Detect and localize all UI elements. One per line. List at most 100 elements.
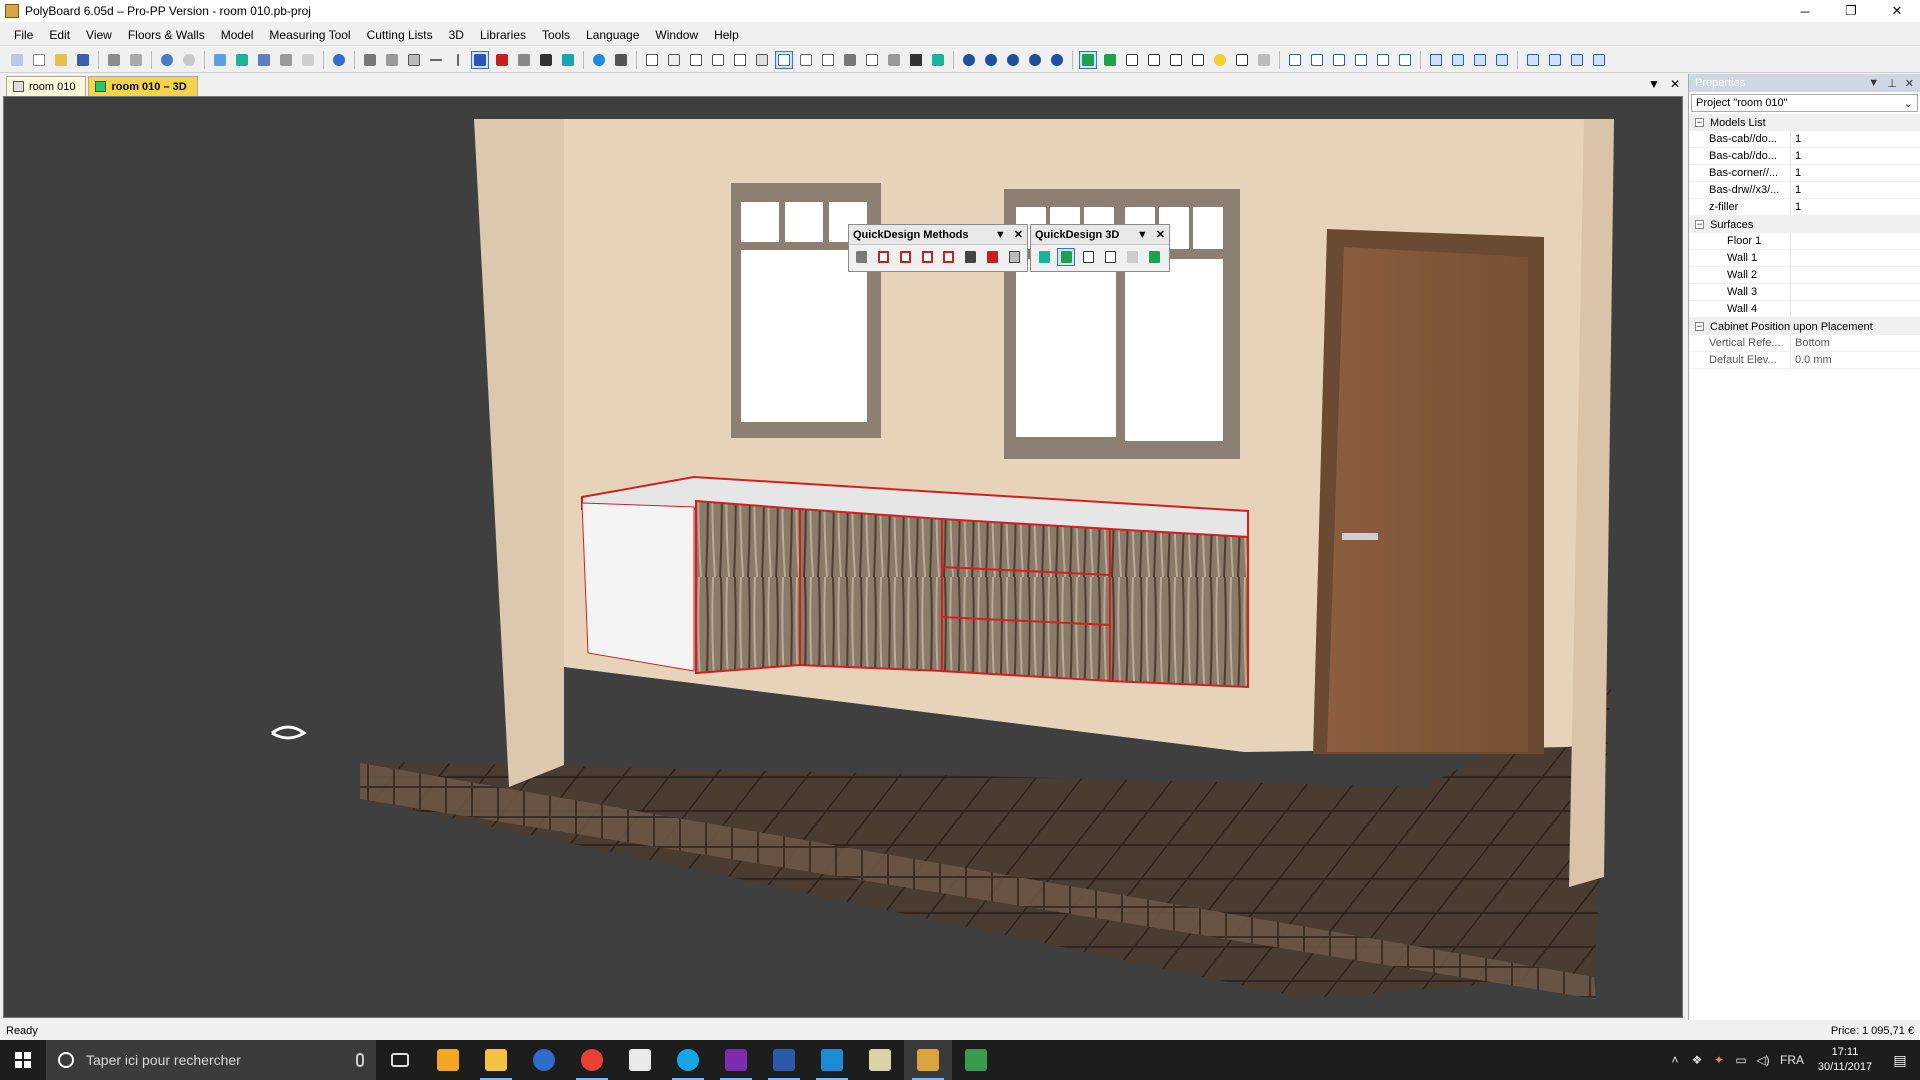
iso-view-5-icon[interactable] [1524,51,1542,69]
tab-room-3d[interactable]: room 010 – 3D [88,76,198,96]
view-top-icon[interactable] [1374,51,1392,69]
iso-view-3-icon[interactable] [1471,51,1489,69]
menu-cutting-lists[interactable]: Cutting Lists [359,24,441,46]
close-icon[interactable]: ✕ [1905,77,1914,90]
door-red-icon[interactable] [984,248,1002,266]
tab-room-2d[interactable]: room 010 [6,76,87,96]
menu-edit[interactable]: Edit [41,24,78,46]
surface-item-wall-1[interactable]: Wall 1 [1689,249,1920,267]
model-row[interactable]: Bas-cab//do... 1 [1689,147,1920,165]
pin-icon[interactable]: ⊥ [1887,77,1897,90]
panel-grid-icon[interactable] [665,51,683,69]
new-project-icon[interactable] [8,51,26,69]
project-selector[interactable]: Project "room 010" ⌄ [1691,94,1918,112]
chevron-up-icon[interactable]: ˄ [1664,1053,1686,1067]
3d-room-scene[interactable] [4,97,1683,1018]
cad-app-icon[interactable] [856,1040,904,1080]
action-center-icon[interactable]: ▤ [1880,1052,1920,1069]
close-button[interactable]: ✕ [1874,0,1920,22]
green-stack-icon[interactable] [1145,248,1163,266]
menu-view[interactable]: View [78,24,120,46]
models-list-group[interactable]: − Models List [1689,114,1920,131]
view-front-icon[interactable] [1286,51,1304,69]
view-left-icon[interactable] [1330,51,1348,69]
print-preview-icon[interactable] [127,51,145,69]
cabinet-base-2[interactable] [799,507,943,673]
surface-item-wall-2[interactable]: Wall 2 [1689,266,1920,284]
polyboard-icon[interactable] [904,1040,952,1080]
print-icon[interactable] [105,51,123,69]
view-rotate-3-icon[interactable] [1004,51,1022,69]
quickdesign-3d-header[interactable]: QuickDesign 3D ▼ ✕ [1031,225,1169,245]
minimize-button[interactable]: ─ [1782,0,1828,22]
microphone-icon[interactable] [356,1053,364,1067]
iso-view-7-icon[interactable] [1568,51,1586,69]
model-count[interactable]: 1 [1791,131,1920,148]
model-row[interactable]: Bas-corner//... 1 [1689,164,1920,182]
cabinet-position-group[interactable]: − Cabinet Position upon Placement [1689,318,1920,335]
cabinet-drawers[interactable] [941,517,1111,683]
panel-vertical-icon[interactable] [643,51,661,69]
close-icon[interactable]: ✕ [1156,228,1165,241]
restore-button[interactable]: ❐ [1828,0,1874,22]
tab-list-dropdown-icon[interactable]: ▼ [1648,77,1660,91]
optimizer-icon[interactable] [952,1040,1000,1080]
handle-icon[interactable] [1255,51,1273,69]
parallelogram-icon[interactable] [863,51,881,69]
render-outline-icon[interactable] [1145,51,1163,69]
model-row[interactable]: z-filler 1 [1689,198,1920,216]
check-tool-icon[interactable] [471,50,489,69]
grid-red-icon[interactable] [940,248,958,266]
sway-icon[interactable] [808,1040,856,1080]
new-file-icon[interactable] [30,51,48,69]
stack-icon[interactable] [907,51,925,69]
info-icon[interactable] [330,51,348,69]
grid-icon[interactable] [361,51,379,69]
iso-view-8-icon[interactable] [1590,51,1608,69]
language-indicator[interactable]: FRA [1774,1053,1810,1067]
collapse-icon[interactable]: − [1695,220,1704,229]
cube-3d-icon[interactable] [233,51,251,69]
door-icon[interactable] [1233,51,1251,69]
view-back-icon[interactable] [1308,51,1326,69]
panel-frame-icon[interactable] [753,51,771,69]
cloud-app-icon[interactable]: ✦ [1708,1053,1730,1067]
forward-icon[interactable] [885,51,903,69]
network-icon[interactable]: ▭ [1730,1053,1752,1067]
view-right-icon[interactable] [1352,51,1370,69]
view-rotate-2-icon[interactable] [982,51,1000,69]
quickdesign-methods-header[interactable]: QuickDesign Methods ▼ ✕ [849,225,1027,245]
view-bottom-icon[interactable] [1396,51,1414,69]
property-value[interactable]: 0.0 mm [1791,352,1920,369]
auto-view-icon[interactable] [1048,51,1066,69]
onenote-icon[interactable] [712,1040,760,1080]
word-icon[interactable] [760,1040,808,1080]
open-folder-icon[interactable] [52,51,70,69]
chrome-icon[interactable] [568,1040,616,1080]
collapse-icon[interactable]: − [1695,118,1704,127]
drawer-icon[interactable] [1005,248,1023,266]
red-cabinet-icon[interactable] [493,51,511,69]
panel-top-icon[interactable] [709,51,727,69]
panel-split-icon[interactable] [731,51,749,69]
hammer-icon[interactable] [841,51,859,69]
model-row[interactable]: Bas-cab//do... 1 [1689,130,1920,148]
media-player-icon[interactable] [424,1040,472,1080]
library-icon[interactable] [255,51,273,69]
file-explorer-icon[interactable] [472,1040,520,1080]
network-icon[interactable] [590,51,608,69]
menu-language[interactable]: Language [578,24,647,46]
render-solid-icon[interactable] [1079,50,1097,69]
property-value[interactable]: Bottom [1791,335,1920,352]
chevron-down-icon[interactable]: ▼ [1868,77,1879,89]
wire-cube-icon[interactable] [1079,248,1097,266]
surface-item-wall-3[interactable]: Wall 3 [1689,283,1920,301]
start-button[interactable] [0,1040,46,1080]
dropbox-icon[interactable]: ❖ [1686,1053,1708,1067]
light-bulb-icon[interactable] [1211,51,1229,69]
taskbar-search[interactable]: Taper ici pour rechercher [46,1040,376,1080]
door-handle[interactable] [1342,533,1378,540]
iso-view-2-icon[interactable] [1449,51,1467,69]
arrow-tool-icon[interactable] [515,51,533,69]
redo-icon[interactable] [180,51,198,69]
